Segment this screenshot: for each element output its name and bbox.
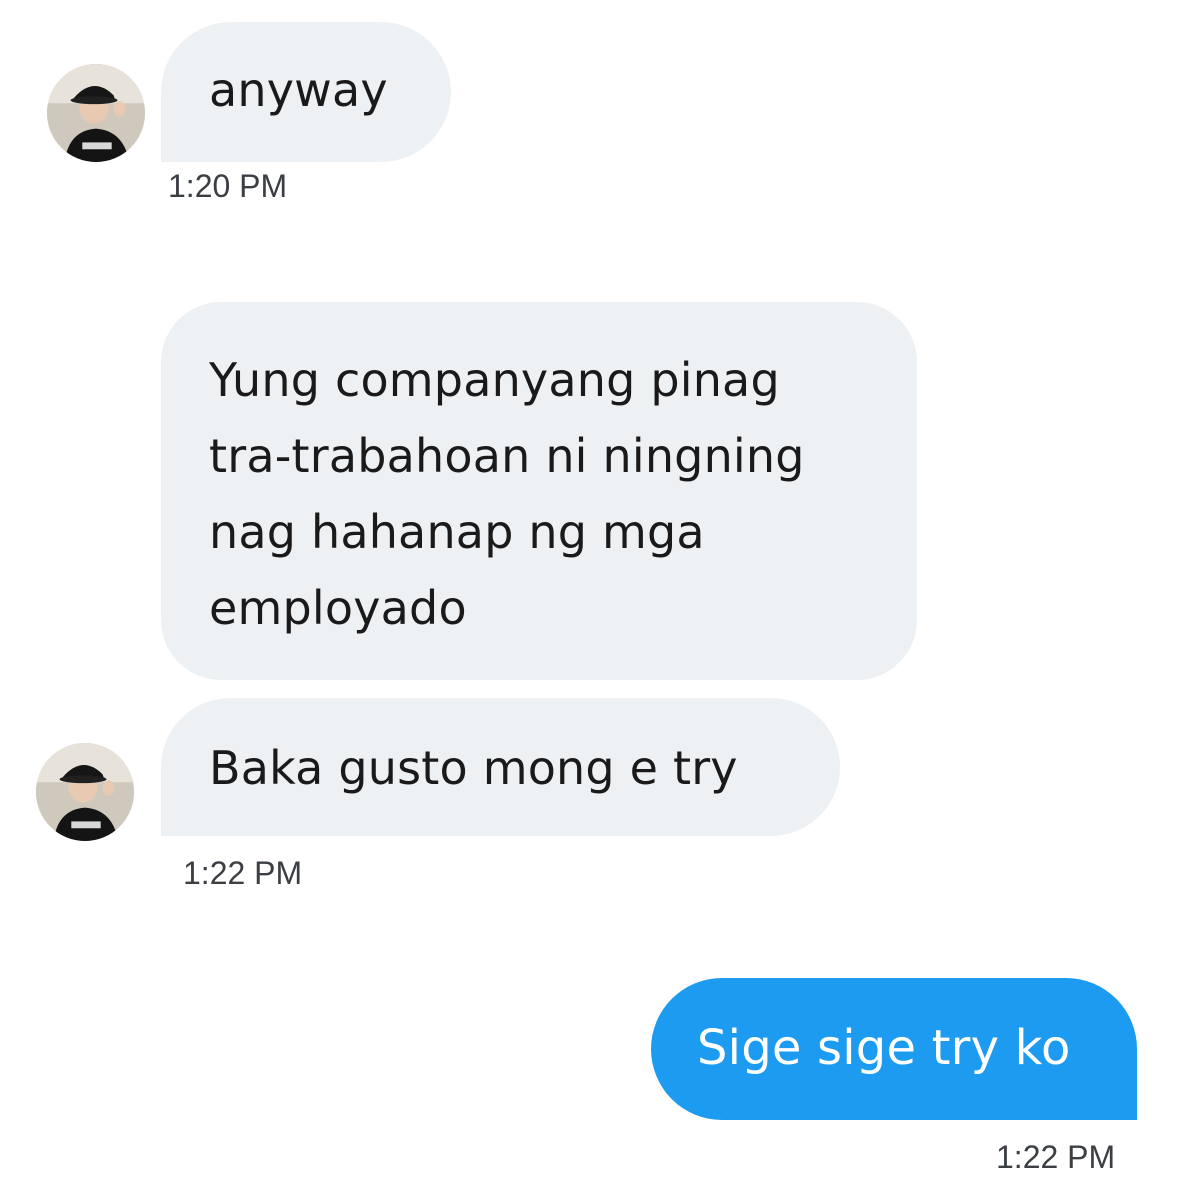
message-text: Yung companyang pinag tra-trabahoan ni n…	[209, 353, 805, 635]
message-bubble[interactable]: Yung companyang pinag tra-trabahoan ni n…	[161, 302, 917, 680]
message-timestamp: 1:20 PM	[168, 168, 288, 204]
message-text: Baka gusto mong e try	[209, 741, 738, 795]
message-bubble[interactable]: Baka gusto mong e try	[161, 698, 840, 836]
avatar-photo	[36, 743, 134, 841]
message-timestamp: 1:22 PM	[996, 1139, 1116, 1175]
message-text: anyway	[209, 63, 388, 117]
message-bubble[interactable]: Sige sige try ko	[651, 978, 1137, 1120]
sender-avatar[interactable]	[36, 743, 134, 841]
sender-avatar[interactable]	[47, 64, 145, 162]
message-bubble[interactable]: anyway	[161, 22, 451, 162]
message-text: Sige sige try ko	[697, 1020, 1071, 1076]
message-timestamp: 1:22 PM	[183, 855, 303, 891]
avatar-photo	[47, 64, 145, 162]
